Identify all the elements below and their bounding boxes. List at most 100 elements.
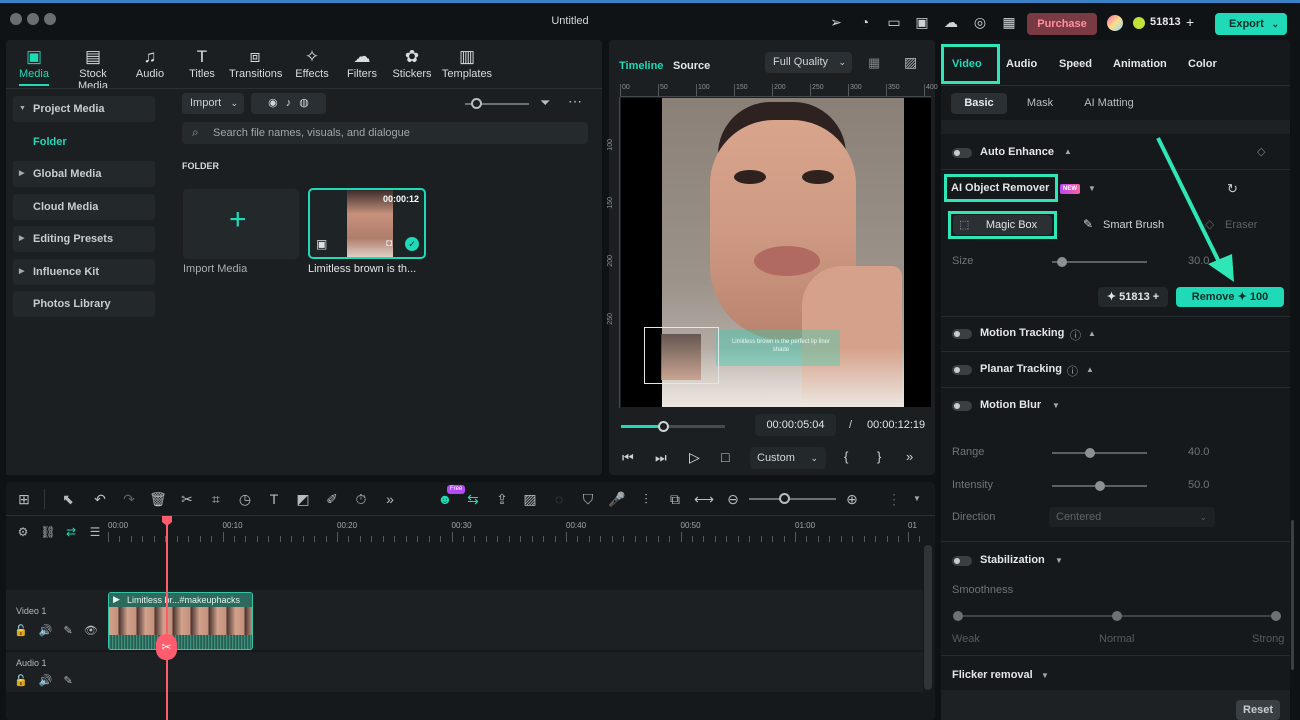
video-viewer[interactable]: Limitless brown is the perfect lip liner… — [621, 98, 931, 407]
size-slider[interactable] — [1052, 257, 1147, 267]
motion-blur-toggle[interactable] — [952, 401, 972, 411]
smart-brush-icon[interactable]: ✎ — [1083, 217, 1093, 231]
text-icon[interactable]: T — [264, 489, 284, 509]
more-options-icon[interactable]: ⋯ — [568, 93, 582, 110]
tab-animation[interactable]: Animation — [1113, 58, 1167, 70]
tab-source[interactable]: Source — [673, 60, 710, 72]
microphone-icon[interactable]: 🎤 — [607, 489, 627, 509]
avatar[interactable] — [1107, 15, 1123, 31]
cloud-icon[interactable]: ☁ — [942, 13, 960, 31]
support-icon[interactable]: ◎ — [971, 13, 989, 31]
magic-icon[interactable]: ✎ — [64, 675, 73, 687]
subtab-mask[interactable]: Mask — [1014, 93, 1066, 114]
quality-dropdown[interactable]: Full Quality ⌄ — [765, 52, 852, 73]
more-controls-icon[interactable]: » — [906, 449, 913, 464]
tab-titles[interactable]: T Titles — [176, 46, 228, 80]
volume-icon[interactable]: 🔊 — [39, 675, 53, 687]
slider-knob[interactable] — [471, 98, 482, 109]
auto-sync-icon[interactable]: ⇆ — [463, 489, 483, 509]
playhead-line[interactable] — [166, 516, 168, 720]
apps-icon[interactable]: ▦ — [1000, 13, 1018, 31]
split-icon[interactable]: ✂ — [177, 489, 197, 509]
add-credits-icon[interactable]: + — [1150, 291, 1159, 303]
magic-box-button[interactable]: ⬚ Magic Box — [953, 215, 1052, 235]
track-options-icon[interactable]: ⋮ — [884, 489, 904, 509]
range-slider[interactable] — [1052, 448, 1147, 458]
next-frame-icon[interactable]: ⏭ — [655, 450, 667, 466]
layout-grid-icon[interactable]: ⊞ — [14, 489, 34, 509]
slider-stop-strong[interactable] — [1271, 611, 1281, 621]
help-icon[interactable]: ⓘ — [1070, 327, 1081, 343]
image-icon[interactable]: ▨ — [520, 489, 540, 509]
crop-icon[interactable]: ⌗ — [206, 489, 226, 509]
tab-effects[interactable]: ✧ Effects — [286, 46, 338, 80]
headset-icon[interactable]: ◔ — [856, 13, 874, 31]
thumbnail-size-slider[interactable] — [465, 98, 529, 109]
smoothness-slider[interactable] — [953, 611, 1281, 621]
tab-transitions[interactable]: ⧈ Transitions — [229, 46, 282, 80]
slider-stop-weak[interactable] — [953, 611, 963, 621]
mark-in-icon[interactable]: { — [844, 449, 848, 464]
playback-scrubber[interactable] — [621, 421, 725, 432]
search-input[interactable]: ⌕ Search file names, visuals, and dialog… — [182, 122, 588, 144]
help-icon[interactable]: ⓘ — [1067, 363, 1078, 379]
webcam-icon[interactable]: ◍ — [299, 97, 309, 109]
volume-icon[interactable]: 🔊 — [39, 625, 53, 637]
speed-icon[interactable]: ◷ — [235, 489, 255, 509]
caret-down-icon[interactable]: ▼ — [913, 494, 921, 503]
import-dropdown[interactable]: Import ⌄ — [182, 93, 244, 114]
stop-icon[interactable]: □ — [721, 449, 729, 465]
close-window-button[interactable] — [10, 13, 22, 25]
subtab-ai-matting[interactable]: AI Matting — [1072, 93, 1146, 114]
layout-icon[interactable]: ▭ — [885, 13, 903, 31]
tab-templates[interactable]: ▥ Templates — [440, 46, 494, 80]
tab-color[interactable]: Color — [1188, 58, 1217, 70]
microphone-icon[interactable]: ♪ — [286, 97, 292, 109]
minimize-window-button[interactable] — [27, 13, 39, 25]
timeline-video-clip[interactable]: ▶ Limitless br...#makeuphacks — [108, 592, 253, 650]
subtab-basic[interactable]: Basic — [951, 93, 1007, 114]
keyframe-icon[interactable]: ◇ — [1257, 145, 1265, 158]
playhead-knob[interactable] — [657, 421, 669, 432]
tab-stock-media[interactable]: ▤ Stock Media — [64, 46, 122, 92]
marker-icon[interactable]: ⛉ — [578, 489, 598, 509]
sidebar-item-photos-library[interactable]: Photos Library — [13, 291, 155, 317]
lock-icon[interactable]: 🔓 — [14, 675, 28, 687]
record-screen-icon[interactable]: ◉ — [268, 97, 278, 109]
settings-icon[interactable]: ⚙ — [13, 522, 33, 542]
redo-icon[interactable]: ↷ — [119, 489, 139, 509]
sidebar-item-influence-kit[interactable]: ▶ Influence Kit — [13, 259, 155, 285]
auto-enhance-toggle[interactable] — [952, 148, 972, 158]
sidebar-item-project-media[interactable]: ▼ Project Media — [13, 96, 155, 122]
caret-down-icon[interactable]: ▼ — [1055, 556, 1063, 565]
media-clip-thumbnail[interactable]: 00:00:12 ▣ ◘ ✓ — [308, 188, 426, 259]
unlink-icon[interactable]: ⛓ — [38, 522, 58, 542]
zoom-in-icon[interactable]: ⊕ — [842, 489, 862, 509]
export-clip-icon[interactable]: ⇪ — [492, 489, 512, 509]
shape-icon[interactable]: ◩ — [293, 489, 313, 509]
tab-audio[interactable]: ♫ Audio — [124, 46, 176, 80]
caret-up-icon[interactable]: ▲ — [1064, 147, 1072, 156]
stabilize-icon[interactable]: ◌ — [549, 489, 569, 509]
purchase-button[interactable]: Purchase — [1027, 13, 1097, 35]
mark-out-icon[interactable]: } — [877, 449, 881, 464]
fit-icon[interactable]: ⟷ — [694, 489, 714, 509]
sidebar-item-editing-presets[interactable]: ▶ Editing Presets — [13, 226, 155, 252]
timer-icon[interactable]: ⏱ — [351, 489, 371, 509]
properties-scrollbar[interactable] — [1291, 520, 1294, 670]
slider-knob[interactable] — [1085, 448, 1095, 458]
add-credits-icon[interactable]: + — [1186, 14, 1194, 30]
caret-up-icon[interactable]: ▲ — [1088, 329, 1096, 338]
snapshot-icon[interactable]: ⧉ — [665, 489, 685, 509]
slider-knob[interactable] — [1094, 481, 1105, 491]
slider-knob[interactable] — [779, 493, 790, 504]
link-icon[interactable]: ⇄ — [61, 522, 81, 542]
caret-up-icon[interactable]: ▲ — [1086, 365, 1094, 374]
sidebar-item-cloud-media[interactable]: Cloud Media — [13, 194, 155, 220]
direction-dropdown[interactable]: Centered ⌄ — [1049, 507, 1215, 527]
visibility-icon[interactable]: 👁 — [84, 625, 98, 637]
tab-stickers[interactable]: ✿ Stickers — [386, 46, 438, 80]
grid-view-icon[interactable]: ▦ — [868, 55, 880, 71]
zoom-window-button[interactable] — [44, 13, 56, 25]
import-media-tile[interactable]: + — [183, 189, 299, 259]
